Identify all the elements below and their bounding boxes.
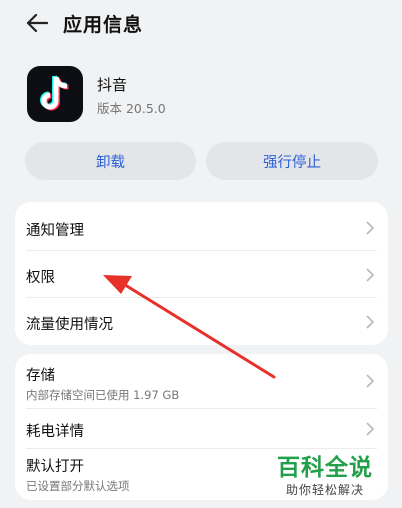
list-item-label: 存储: [26, 368, 55, 384]
app-name: 抖音: [97, 76, 128, 94]
list-item-label: 权限: [26, 270, 55, 286]
chevron-right-icon: [366, 221, 374, 235]
data-usage-item[interactable]: 流量使用情况: [15, 298, 388, 345]
settings-group-1: 通知管理 权限 流量使用情况: [15, 202, 388, 345]
list-item-subtitle: 已设置部分默认选项: [26, 479, 130, 493]
chevron-right-icon: [366, 422, 374, 436]
uninstall-button[interactable]: 卸载: [25, 142, 196, 180]
back-arrow-icon: [26, 13, 48, 33]
chevron-right-icon: [366, 374, 374, 388]
list-item-label: 耗电详情: [26, 424, 84, 440]
battery-usage-item[interactable]: 耗电详情: [15, 409, 388, 448]
tiktok-logo-icon: [27, 66, 83, 122]
app-version: 版本 20.5.0: [97, 101, 166, 116]
force-stop-button[interactable]: 强行停止: [206, 142, 378, 180]
list-item-label: 默认打开: [26, 459, 84, 475]
watermark-subtitle: 助你轻松解决: [286, 483, 365, 497]
watermark-title: 百科全说: [277, 455, 373, 481]
list-item-label: 通知管理: [26, 223, 84, 239]
notification-management-item[interactable]: 通知管理: [15, 202, 388, 250]
header-bar: 应用信息: [0, 0, 402, 46]
watermark: 百科全说 助你轻松解决: [277, 448, 399, 504]
chevron-right-icon: [366, 268, 374, 282]
chevron-right-icon: [366, 315, 374, 329]
permissions-item[interactable]: 权限: [15, 251, 388, 297]
back-button[interactable]: [22, 10, 52, 36]
list-item-label: 流量使用情况: [26, 317, 113, 333]
storage-item[interactable]: 存储 内部存储空间已使用 1.97 GB: [15, 354, 388, 408]
page-title: 应用信息: [63, 14, 144, 36]
list-item-subtitle: 内部存储空间已使用 1.97 GB: [26, 388, 180, 402]
